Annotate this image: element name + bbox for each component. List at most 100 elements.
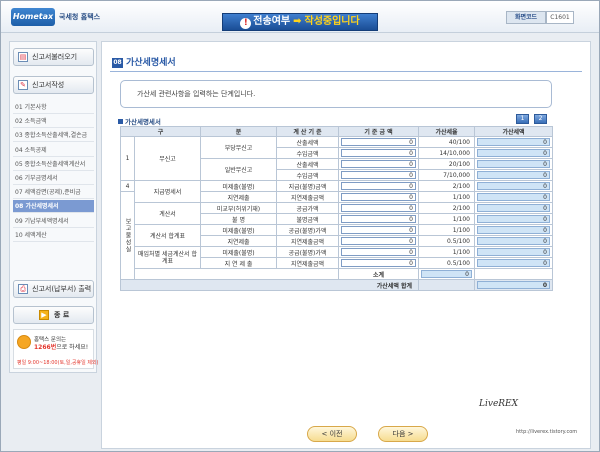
amount-cell: 0: [338, 136, 419, 148]
app-window: Hometax 국세청 홈택스 ! 전송여부 ➡ 작성중입니다 화면코드 C1601 …: [0, 0, 600, 452]
table-body: 1 무신고 부당무신고 산출세액 0 40/100 0 수입금액 0 14/10,000 0 일반무신…: [120, 136, 553, 291]
print-return-button[interactable]: ⎙ 신고서(납부서) 출력: [13, 280, 94, 298]
amount-input[interactable]: 0: [341, 193, 416, 201]
tax-cell: 0: [474, 213, 553, 225]
load-return-button[interactable]: ▤ 신고서불러오기: [13, 48, 94, 66]
rate-cell: 2/100: [418, 180, 475, 192]
subtotal-label: 소계: [338, 268, 419, 280]
nav-step-item[interactable]: 07 세액감면(공제),준비금: [13, 186, 94, 200]
tax-value: 0: [477, 171, 550, 179]
subtotal-row: 소계 0: [121, 268, 553, 280]
sub-label: 미제출(불명): [200, 246, 277, 258]
group-num-4: 4: [120, 180, 135, 192]
sub-label: 일반무신고: [200, 158, 277, 181]
exit-icon: ▶: [39, 310, 49, 320]
page-1-button[interactable]: 1: [516, 114, 529, 124]
rate-cell: 7/10,000: [418, 169, 475, 181]
rate-cell: 0.5/100: [418, 235, 475, 247]
hometax-logo: Hometax: [11, 8, 55, 26]
main-content: 08 가산세명세서 가산세 관련사항을 입력하는 단계입니다. 가산세명세서 1 …: [101, 41, 591, 449]
amount-input[interactable]: 0: [341, 204, 416, 212]
nav-step-item[interactable]: 04 소득공제: [13, 144, 94, 157]
screen-code-label: 화면코드: [506, 11, 546, 24]
basis-cell: 지연제출금액: [276, 191, 339, 203]
tax-cell: 0: [474, 158, 553, 170]
basis-cell: 지연제출금액: [276, 257, 339, 269]
tax-cell: 0: [474, 191, 553, 203]
info-box: 가산세 관련사항을 입력하는 단계입니다.: [120, 80, 552, 108]
basis-cell: 수입금액: [276, 169, 339, 181]
amount-cell: 0: [338, 224, 419, 236]
amount-input[interactable]: 0: [341, 138, 416, 146]
amount-input[interactable]: 0: [341, 226, 416, 234]
total-value: 0: [477, 281, 550, 289]
page-2-button[interactable]: 2: [534, 114, 547, 124]
sub-label: 지연제출: [200, 191, 277, 203]
arrow-right-icon: ➡: [293, 16, 302, 27]
subtotal-spacer: [134, 268, 339, 280]
tax-value: 0: [477, 149, 550, 157]
tax-cell: 0: [474, 235, 553, 247]
nav-step-item[interactable]: 06 기부금명세서: [13, 172, 94, 185]
operator-avatar-icon: [17, 335, 31, 349]
help-box: 홈택스 문의는 1266번으로 하세요! 평일 9:00~18:00(토,일,공…: [13, 329, 99, 369]
amount-input[interactable]: 0: [341, 215, 416, 223]
rate-cell: 0.5/100: [418, 257, 475, 269]
tax-value: 0: [477, 160, 550, 168]
tax-cell: 0: [474, 180, 553, 192]
prev-button[interactable]: < 이전: [307, 426, 357, 442]
tax-cell: 0: [474, 169, 553, 181]
tax-cell: 0: [474, 257, 553, 269]
basis-cell: 수입금액: [276, 147, 339, 159]
total-row: 가산세액 합계 0: [120, 279, 553, 291]
sub-label: 미제출(불명): [200, 224, 277, 236]
amount-input[interactable]: 0: [341, 248, 416, 256]
amount-cell: 0: [338, 169, 419, 181]
nav-step-item[interactable]: 10 세액계산: [13, 229, 94, 242]
basis-cell: 불명금액: [276, 213, 339, 225]
section-title: 가산세명세서: [118, 116, 161, 126]
rate-cell: 2/100: [418, 202, 475, 214]
amount-cell: 0: [338, 180, 419, 192]
table-row: 계산서 미교부(허위기재) 공급가액 0 2/100 0: [121, 202, 553, 225]
amount-input[interactable]: 0: [341, 171, 416, 179]
nav-step-item[interactable]: 02 소득금액: [13, 115, 94, 129]
sub-label: 미제출(불명): [200, 180, 277, 192]
nav-step-item[interactable]: 08 가산세명세서: [13, 200, 94, 214]
watermark-url: http://liverex.tistory.com: [516, 429, 578, 435]
rate-cell: 1/100: [418, 191, 475, 203]
amount-cell: 0: [338, 257, 419, 269]
amount-input[interactable]: 0: [341, 182, 416, 190]
next-button[interactable]: 다음 >: [378, 426, 428, 442]
exit-button[interactable]: ▶ 종 료: [13, 306, 94, 324]
amount-input[interactable]: 0: [341, 259, 416, 267]
watermark-signature: LiveREX: [479, 399, 519, 409]
amount-input[interactable]: 0: [341, 237, 416, 245]
tax-value: 0: [477, 248, 550, 256]
tax-cell: 0: [474, 147, 553, 159]
header: Hometax 국세청 홈택스 ! 전송여부 ➡ 작성중입니다 화면코드 C1601: [1, 1, 599, 33]
screen-code-value: C1601: [546, 11, 574, 24]
basis-cell: 산출세액: [276, 136, 339, 148]
tax-value: 0: [477, 182, 550, 190]
header-amount: 기 준 금 액: [338, 126, 419, 137]
header-rate: 가산세율: [418, 126, 475, 137]
header-bun: 분: [200, 126, 277, 137]
tax-value: 0: [477, 204, 550, 212]
rate-cell: 40/100: [418, 136, 475, 148]
nav-step-item[interactable]: 05 종합소득산출세액계산서: [13, 158, 94, 171]
amount-cell: 0: [338, 246, 419, 258]
tax-value: 0: [477, 193, 550, 201]
group-gyesanseo-total: 계산서 합계표: [134, 224, 201, 247]
tax-cell: 0: [474, 246, 553, 258]
nav-step-item[interactable]: 01 기본사항: [13, 101, 94, 114]
subtotal-empty: [474, 268, 553, 280]
write-return-button[interactable]: ✎ 신고서작성: [13, 76, 94, 94]
nav-step-item[interactable]: 09 기납부세액명세서: [13, 215, 94, 228]
amount-input[interactable]: 0: [341, 160, 416, 168]
total-label: 가산세액 합계: [120, 279, 419, 291]
amount-input[interactable]: 0: [341, 149, 416, 157]
rate-cell: 1/100: [418, 213, 475, 225]
additional-tax-table: 구 분 계 산 기 준 기 준 금 액 가산세율 가산세액 1 무신고 부당무신고 산…: [120, 126, 553, 291]
nav-step-item[interactable]: 03 종합소득산출세액,결손금: [13, 129, 94, 143]
